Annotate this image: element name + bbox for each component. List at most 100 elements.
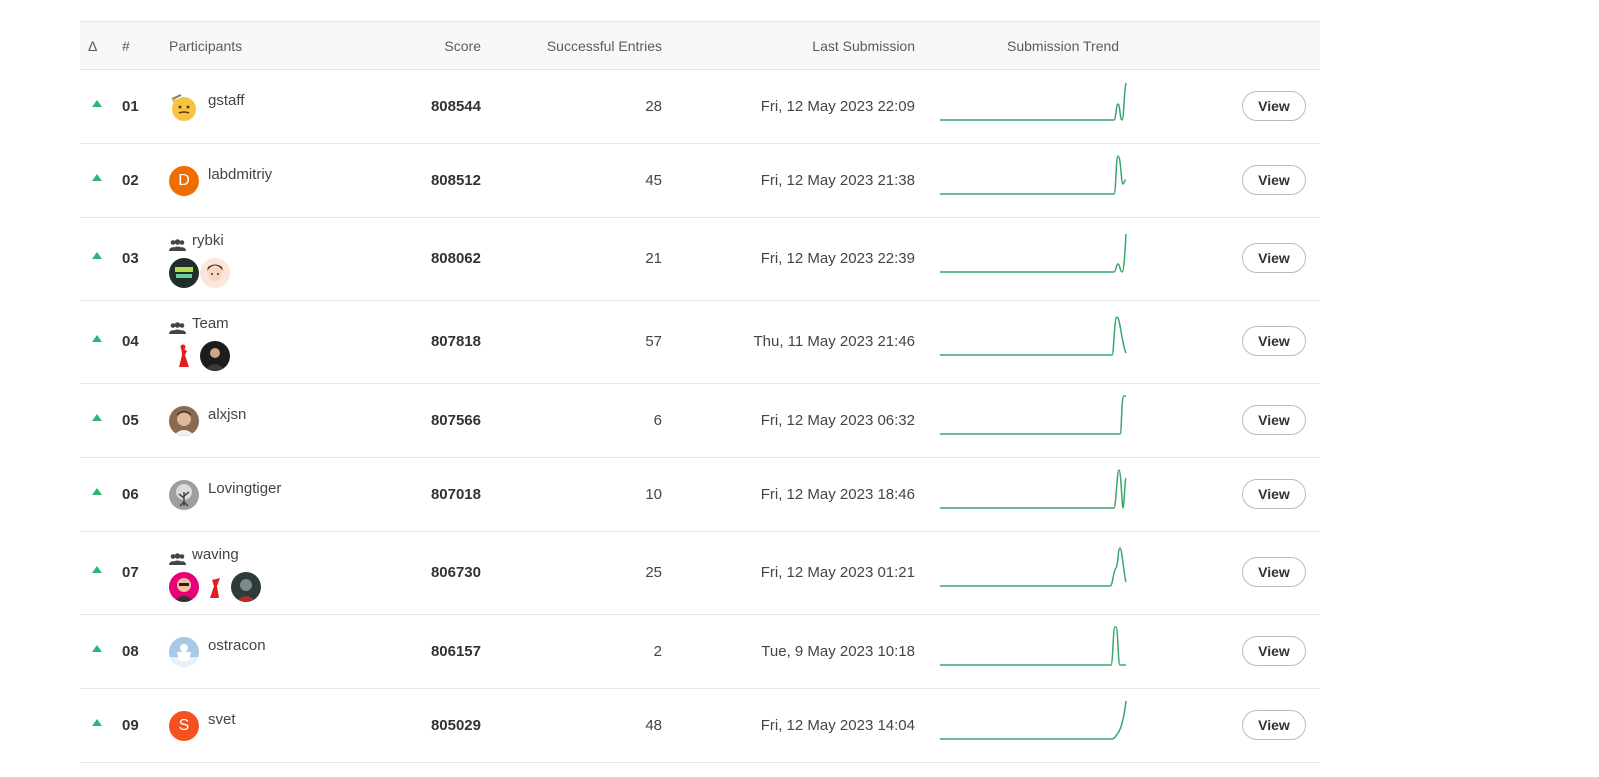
entries-count: 45 [645, 172, 662, 189]
last-submission: Fri, 12 May 2023 01:21 [760, 564, 915, 581]
participant-name[interactable]: alxjsn [208, 406, 246, 423]
table-row: 03 rybki 808062 21 Fri, 12 May 2023 22:3… [80, 218, 1320, 301]
submission-trend-sparkline [940, 315, 1130, 362]
participant-cell: S svet [169, 689, 389, 762]
last-submission: Fri, 12 May 2023 06:32 [760, 412, 915, 429]
rank-number: 03 [122, 250, 139, 267]
score-value: 808512 [430, 172, 481, 189]
participant-cell: alxjsn [169, 384, 389, 457]
submission-trend-sparkline [940, 394, 1130, 441]
rank-up-icon [92, 414, 102, 421]
view-button[interactable]: View [1242, 479, 1306, 509]
rank-up-icon [92, 488, 102, 495]
table-row: 09 S svet 805029 48 Fri, 12 May 2023 14:… [80, 689, 1320, 763]
score-value: 807018 [430, 486, 481, 503]
participant-cell: Team [169, 301, 389, 383]
score-value: 806730 [430, 564, 481, 581]
header-last-submission[interactable]: Last Submission [680, 38, 915, 54]
rank-number: 04 [122, 333, 139, 350]
entries-count: 10 [645, 486, 662, 503]
participant-cell: ostracon [169, 615, 389, 688]
participant-name[interactable]: gstaff [208, 92, 244, 109]
table-header: Δ # Participants Score Successful Entrie… [80, 21, 1320, 70]
avatar[interactable] [169, 637, 199, 667]
avatar[interactable] [169, 92, 199, 122]
rank-number: 02 [122, 172, 139, 189]
team-icon [169, 552, 186, 570]
team-name[interactable]: Team [192, 315, 229, 332]
table-row: 01 gstaff 808544 28 Fri, 12 May 2023 22:… [80, 70, 1320, 144]
score-value: 807818 [430, 333, 481, 350]
team-icon [169, 321, 186, 339]
view-button[interactable]: View [1242, 710, 1306, 740]
header-rank[interactable]: # [122, 38, 130, 54]
participant-name[interactable]: Lovingtiger [208, 480, 281, 497]
avatar[interactable] [169, 258, 199, 288]
score-value: 807566 [430, 412, 481, 429]
submission-trend-sparkline [940, 468, 1130, 515]
participant-cell: rybki [169, 218, 389, 300]
last-submission: Fri, 12 May 2023 22:39 [760, 250, 915, 267]
header-entries[interactable]: Successful Entries [500, 38, 662, 54]
avatar[interactable] [200, 258, 230, 288]
table-row: 08 ostracon 806157 2 Tue, 9 May 2023 10:… [80, 615, 1320, 689]
participant-cell: gstaff [169, 70, 389, 143]
participant-cell: waving [169, 532, 389, 614]
rank-up-icon [92, 252, 102, 259]
leaderboard-table: Δ # Participants Score Successful Entrie… [80, 21, 1320, 763]
rank-number: 07 [122, 564, 139, 581]
avatar[interactable] [169, 572, 199, 602]
view-button[interactable]: View [1242, 405, 1306, 435]
submission-trend-sparkline [940, 625, 1130, 672]
last-submission: Fri, 12 May 2023 22:09 [760, 98, 915, 115]
view-button[interactable]: View [1242, 636, 1306, 666]
last-submission: Thu, 11 May 2023 21:46 [753, 333, 916, 350]
participant-name[interactable]: svet [208, 711, 236, 728]
rank-number: 08 [122, 643, 139, 660]
submission-trend-sparkline [940, 80, 1130, 127]
participant-cell: D labdmitriy [169, 144, 389, 217]
header-score[interactable]: Score [380, 38, 481, 54]
submission-trend-sparkline [940, 232, 1130, 279]
submission-trend-sparkline [940, 546, 1130, 593]
entries-count: 6 [653, 412, 662, 429]
rank-number: 09 [122, 717, 139, 734]
rank-up-icon [92, 645, 102, 652]
avatar[interactable] [169, 480, 199, 510]
last-submission: Fri, 12 May 2023 18:46 [760, 486, 915, 503]
entries-count: 25 [645, 564, 662, 581]
rank-number: 05 [122, 412, 139, 429]
header-delta[interactable]: Δ [88, 38, 97, 54]
submission-trend-sparkline [940, 154, 1130, 201]
view-button[interactable]: View [1242, 326, 1306, 356]
table-row: 06 Lovingtiger 807018 10 Fri, 12 May 202… [80, 458, 1320, 532]
avatar[interactable] [231, 572, 261, 602]
entries-count: 2 [653, 643, 662, 660]
rank-up-icon [92, 719, 102, 726]
entries-count: 21 [645, 250, 662, 267]
avatar[interactable] [169, 341, 199, 371]
team-name[interactable]: rybki [192, 232, 224, 249]
view-button[interactable]: View [1242, 243, 1306, 273]
table-row: 04 Team 807818 57 Thu, 11 May 2023 21:46… [80, 301, 1320, 384]
avatar[interactable]: D [169, 166, 199, 196]
view-button[interactable]: View [1242, 91, 1306, 121]
participant-name[interactable]: labdmitriy [208, 166, 272, 183]
rank-up-icon [92, 335, 102, 342]
view-button[interactable]: View [1242, 165, 1306, 195]
participant-cell: Lovingtiger [169, 458, 389, 531]
view-button[interactable]: View [1242, 557, 1306, 587]
entries-count: 48 [645, 717, 662, 734]
score-value: 805029 [430, 717, 481, 734]
rank-number: 01 [122, 98, 139, 115]
avatar[interactable]: S [169, 711, 199, 741]
rank-up-icon [92, 100, 102, 107]
avatar[interactable] [200, 341, 230, 371]
avatar[interactable] [200, 572, 230, 602]
header-participants[interactable]: Participants [169, 38, 242, 54]
participant-name[interactable]: ostracon [208, 637, 266, 654]
entries-count: 57 [645, 333, 662, 350]
rank-number: 06 [122, 486, 139, 503]
team-name[interactable]: waving [192, 546, 239, 563]
avatar[interactable] [169, 406, 199, 436]
